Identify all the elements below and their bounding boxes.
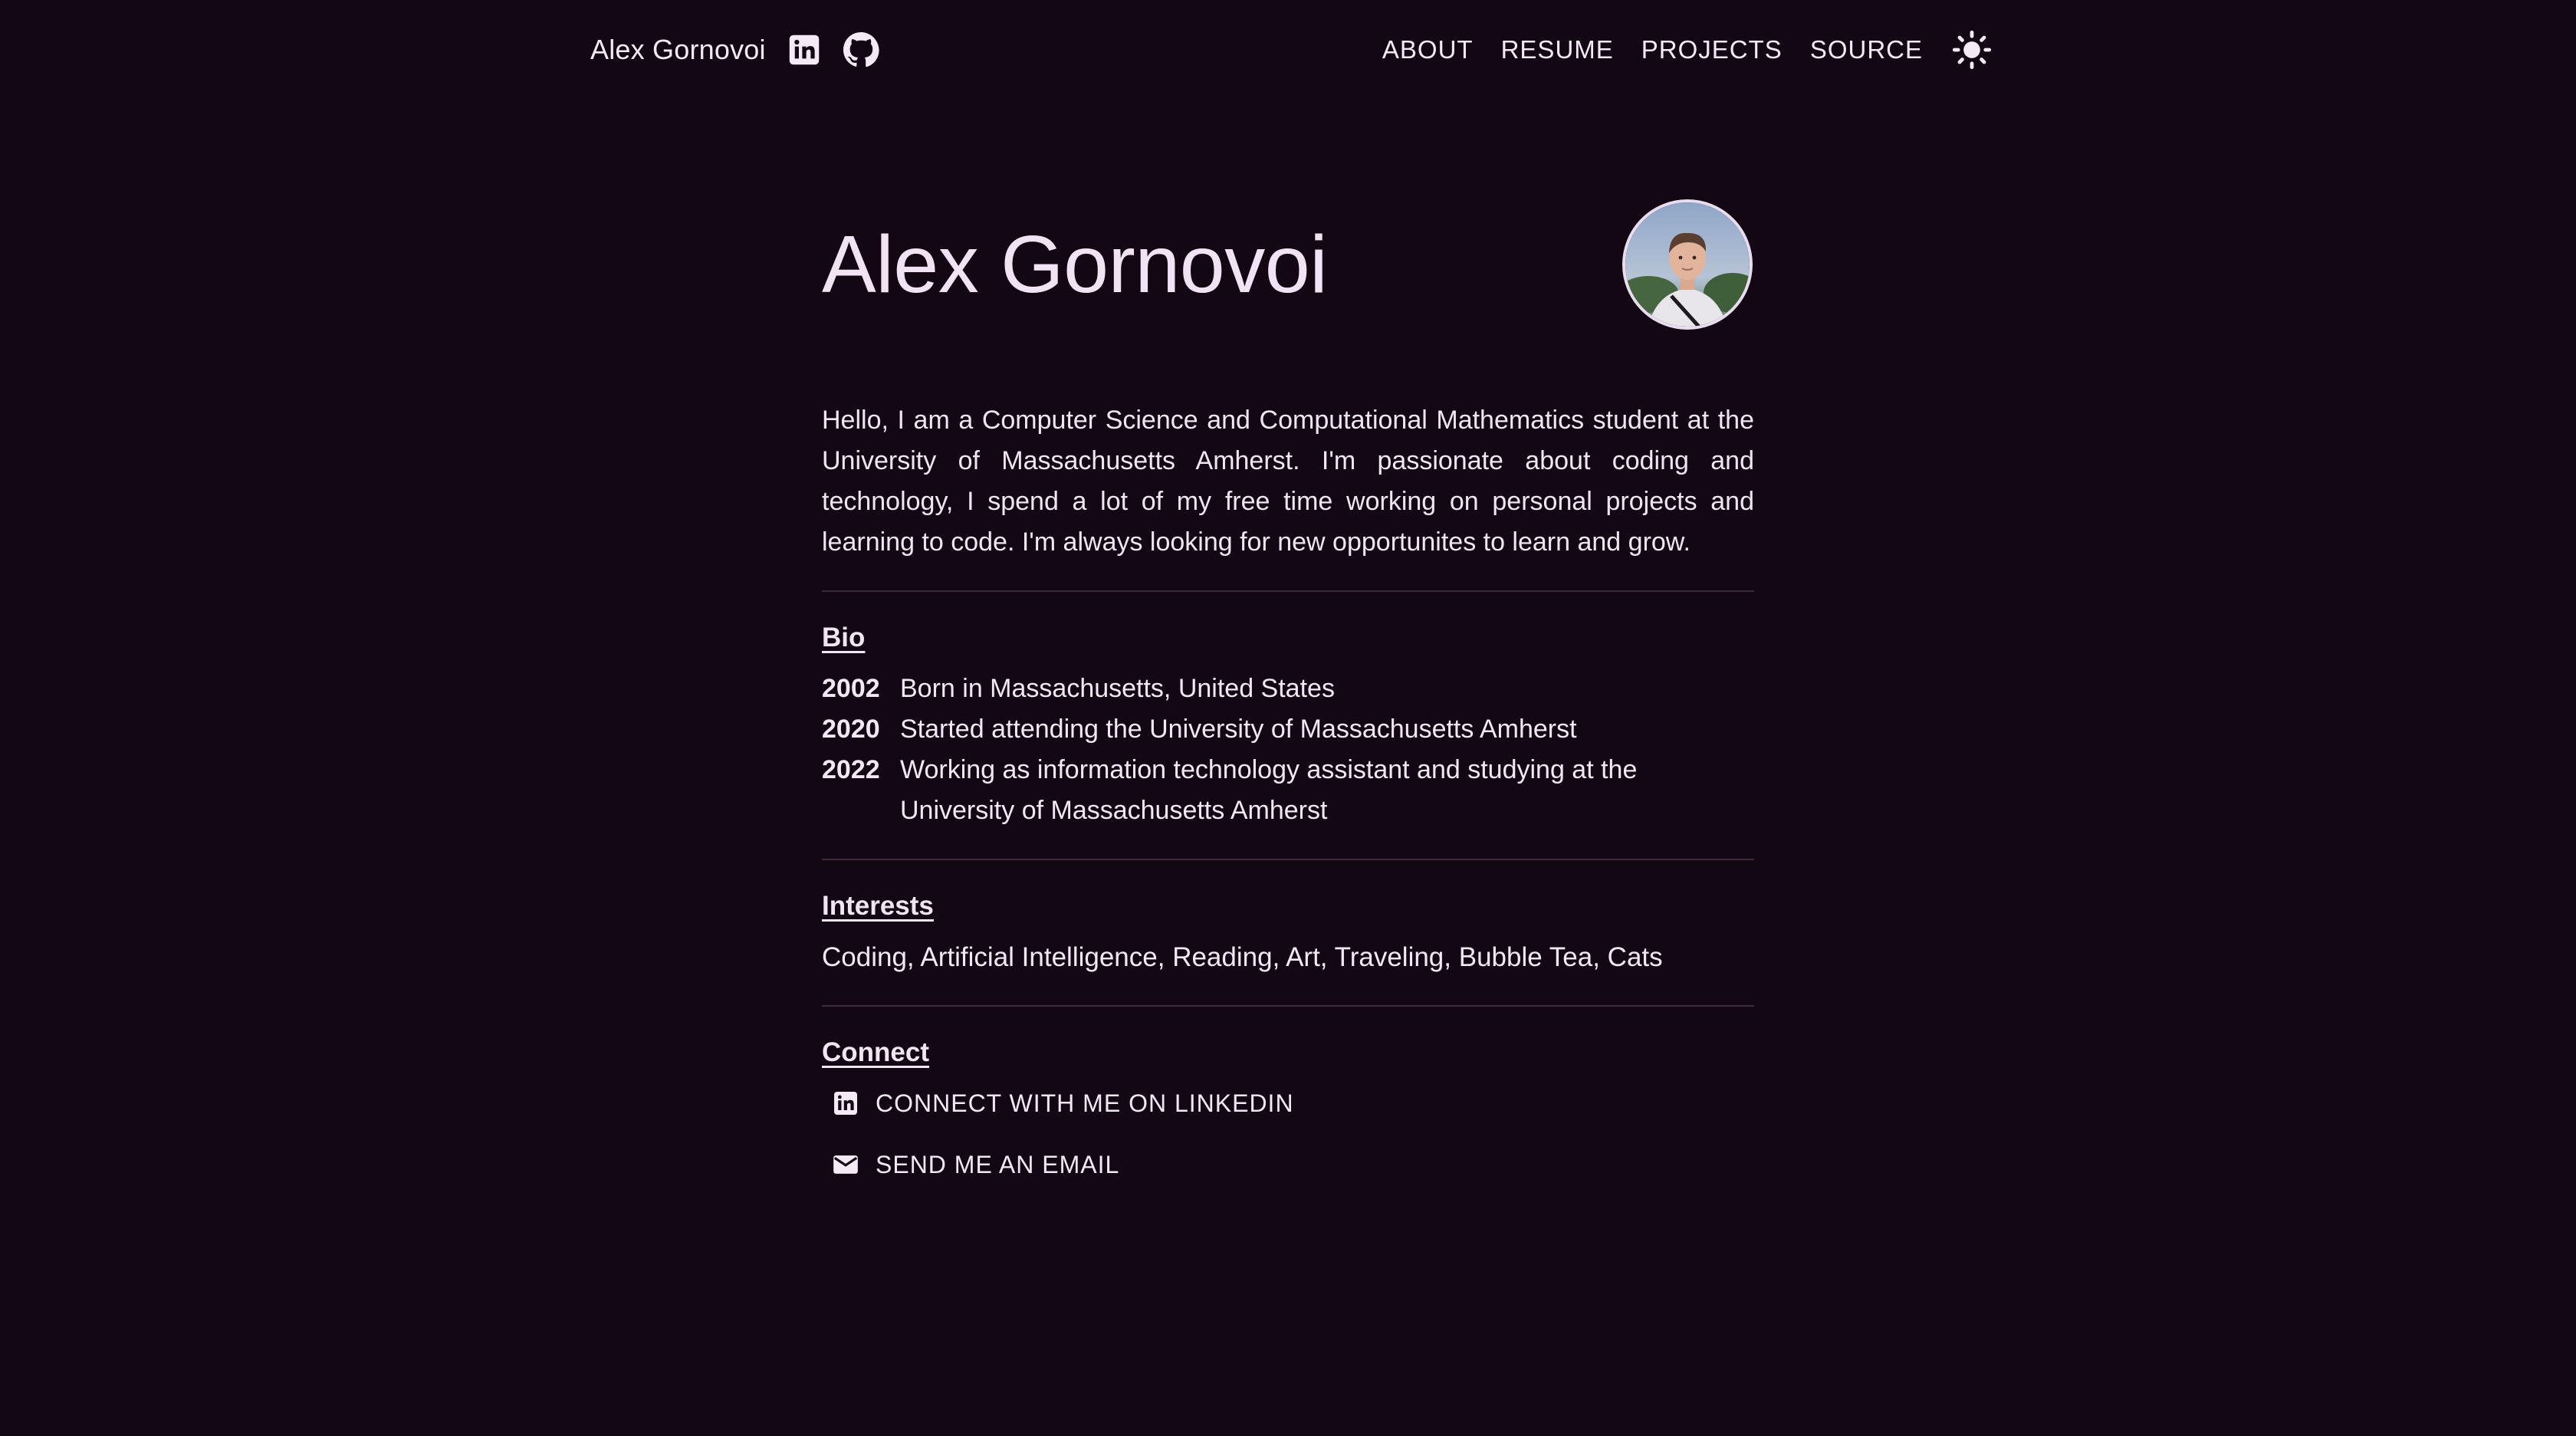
sun-icon[interactable]: [1950, 28, 1993, 71]
connect-heading: Connect: [822, 1037, 929, 1067]
divider: [822, 859, 1754, 860]
top-navigation: Alex Gornovoi ABOUT RESUME PROJECTS SOUR…: [590, 23, 1993, 77]
bio-year: 2022: [822, 755, 880, 784]
mail-icon: [830, 1148, 862, 1181]
hero: Alex Gornovoi: [822, 184, 1754, 345]
bio-heading: Bio: [822, 623, 866, 652]
main-nav: ABOUT RESUME PROJECTS SOURCE: [1382, 28, 1993, 71]
nav-projects[interactable]: PROJECTS: [1641, 35, 1783, 64]
bio-text: Working as information technology assist…: [900, 755, 1638, 825]
email-link[interactable]: SEND ME AN EMAIL: [822, 1134, 1754, 1195]
bio-text: Started attending the University of Mass…: [900, 715, 1577, 744]
interests-section: Interests Coding, Artificial Intelligenc…: [822, 891, 1754, 978]
intro-paragraph: Hello, I am a Computer Science and Compu…: [822, 406, 1754, 557]
divider: [822, 1005, 1754, 1007]
divider: [822, 590, 1754, 592]
bio-text: Born in Massachusetts, United States: [900, 674, 1335, 703]
github-icon[interactable]: [843, 31, 879, 68]
linkedin-icon: [830, 1087, 862, 1119]
bio-row: 2022 Working as information technology a…: [822, 750, 1754, 831]
linkedin-icon[interactable]: [786, 31, 823, 68]
page-title: Alex Gornovoi: [822, 219, 1328, 310]
brand: Alex Gornovoi: [590, 31, 879, 68]
interests-heading: Interests: [822, 891, 934, 921]
nav-about[interactable]: ABOUT: [1382, 35, 1474, 64]
nav-resume[interactable]: RESUME: [1501, 35, 1614, 64]
bio-row: 2002 Born in Massachusetts, United State…: [822, 669, 1754, 709]
linkedin-connect-link[interactable]: CONNECT WITH ME ON LINKEDIN: [822, 1073, 1754, 1134]
bio-year: 2002: [822, 674, 880, 703]
bio-section: Bio 2002 Born in Massachusetts, United S…: [822, 623, 1754, 831]
interests-text: Coding, Artificial Intelligence, Reading…: [822, 942, 1663, 972]
email-label: SEND ME AN EMAIL: [876, 1150, 1120, 1178]
connect-section: Connect CONNECT WITH ME ON LINKEDIN SEND…: [822, 1037, 1754, 1195]
main-content: Alex Gornovoi Hello, I am a Computer Sci…: [822, 184, 1754, 1195]
nav-source[interactable]: SOURCE: [1810, 35, 1923, 64]
linkedin-connect-label: CONNECT WITH ME ON LINKEDIN: [876, 1089, 1294, 1117]
avatar: [1622, 199, 1753, 330]
brand-name-link[interactable]: Alex Gornovoi: [590, 34, 766, 66]
bio-row: 2020 Started attending the University of…: [822, 709, 1754, 750]
bio-year: 2020: [822, 715, 880, 744]
